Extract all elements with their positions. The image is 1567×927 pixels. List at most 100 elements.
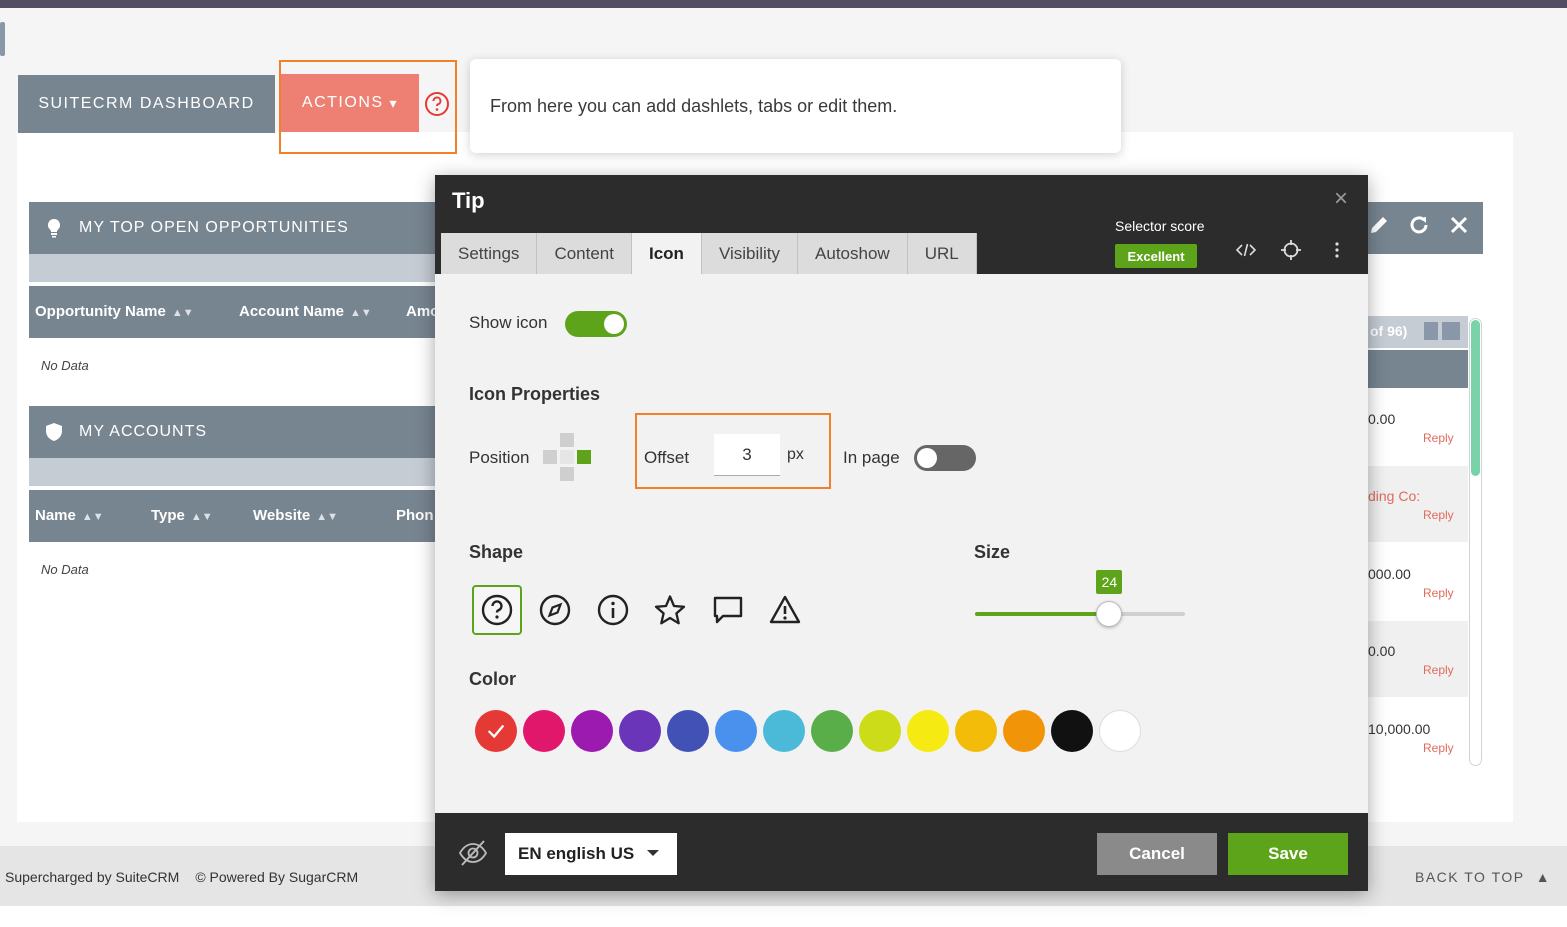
sidebar-handle[interactable] [0,22,5,56]
color-swatch[interactable] [1051,710,1093,752]
close-icon[interactable] [1446,212,1472,238]
chevron-down-icon [647,850,659,856]
row-value: 0.00 [1368,643,1396,659]
tooltip-text: From here you can add dashlets, tabs or … [490,95,898,116]
dashlet-header-accounts: MY ACCOUNTS [29,406,449,458]
no-data-text: No Data [41,358,89,373]
reply-link[interactable]: Reply [1423,431,1454,445]
language-value: EN english US [518,844,635,863]
position-bottom[interactable] [560,467,574,481]
offset-unit: px [787,446,804,463]
powered-link[interactable]: © Powered By SugarCRM [195,869,358,885]
show-icon-label: Show icon [469,313,548,332]
show-icon-toggle[interactable] [565,311,627,337]
column-website[interactable]: Website ▲▼ [253,507,338,524]
tab-visibility[interactable]: Visibility [701,233,799,274]
more-vertical-icon[interactable] [1326,239,1348,261]
row-value[interactable]: ding Co: [1368,488,1420,504]
icon-properties-heading: Icon Properties [469,384,601,404]
footer-credits: Supercharged by SuiteCRM © Powered By Su… [5,869,358,885]
refresh-icon[interactable] [1406,212,1432,238]
tip-tooltip: From here you can add dashlets, tabs or … [470,59,1121,153]
offset-input[interactable] [714,434,780,476]
crosshair-icon[interactable] [1280,239,1302,261]
color-swatch[interactable] [571,710,613,752]
sort-icon: ▲▼ [190,511,213,523]
checkmark-icon [487,724,505,739]
color-swatch[interactable] [955,710,997,752]
pager-text: of 96) [1370,323,1408,339]
next-page-icon[interactable] [1424,322,1438,340]
table-header: Name ▲▼ Type ▲▼ Website ▲▼ Phon [29,490,449,542]
color-swatch[interactable] [907,710,949,752]
color-swatch[interactable] [1003,710,1045,752]
color-swatch[interactable] [715,710,757,752]
toggle-knob [604,314,624,334]
column-phone[interactable]: Phon [396,507,434,524]
shape-info-button[interactable] [588,585,638,635]
position-top[interactable] [560,433,574,447]
eye-off-icon[interactable] [457,838,489,868]
color-swatch[interactable] [763,710,805,752]
position-right[interactable] [577,450,591,464]
lightbulb-icon [47,218,61,238]
row-value: 000.00 [1368,566,1411,582]
pencil-icon[interactable] [1366,212,1392,238]
tab-icon[interactable]: Icon [631,233,702,274]
last-page-icon[interactable] [1442,322,1460,340]
offset-label: Offset [644,448,690,467]
list-item [1360,621,1468,697]
row-value: 0.00 [1368,411,1396,427]
scrollbar-thumb[interactable] [1471,320,1480,476]
shape-chat-button[interactable] [703,585,753,635]
shape-question-button[interactable] [472,585,522,635]
shape-star-button[interactable] [645,585,695,635]
tab-url[interactable]: URL [907,233,977,274]
supercharged-link[interactable]: Supercharged by SuiteCRM [5,869,179,885]
dashlet-subheader [29,254,449,282]
column-name[interactable]: Name ▲▼ [35,507,104,524]
in-page-label: In page [843,448,900,467]
column-opportunity-name[interactable]: Opportunity Name ▲▼ [35,303,194,320]
tab-suitecrm-dashboard[interactable]: SUITECRM DASHBOARD [18,75,275,133]
reply-link[interactable]: Reply [1423,508,1454,522]
column-type[interactable]: Type ▲▼ [151,507,213,524]
code-icon[interactable] [1235,239,1257,261]
dashlet-header-opportunities: MY TOP OPEN OPPORTUNITIES [29,202,449,254]
tab-content[interactable]: Content [537,233,632,274]
sort-icon: ▲▼ [171,307,194,319]
dashlet-title: MY TOP OPEN OPPORTUNITIES [79,219,349,236]
reply-link[interactable]: Reply [1423,741,1454,755]
sort-icon: ▲▼ [81,511,104,523]
position-left[interactable] [543,450,557,464]
language-select[interactable]: EN english US [505,833,677,875]
size-slider-fill [975,612,1110,616]
close-icon[interactable]: × [1334,185,1348,213]
position-picker[interactable] [543,433,591,481]
save-button[interactable]: Save [1228,833,1348,875]
reply-link[interactable]: Reply [1423,663,1454,677]
size-slider-knob[interactable] [1096,601,1123,627]
shape-warning-button[interactable] [760,585,810,635]
in-page-toggle[interactable] [914,445,976,471]
position-center [560,450,574,464]
color-swatch[interactable] [667,710,709,752]
column-account-name[interactable]: Account Name ▲▼ [239,303,372,320]
color-swatch[interactable] [475,710,517,752]
shape-compass-button[interactable] [530,585,580,635]
row-value: 10,000.00 [1368,721,1431,737]
color-swatch[interactable] [811,710,853,752]
color-swatch[interactable] [619,710,661,752]
color-swatch[interactable] [523,710,565,752]
color-swatch[interactable] [1099,710,1141,752]
warning-triangle-icon [769,595,801,624]
color-swatches [475,710,1141,752]
tab-autoshow[interactable]: Autoshow [798,233,908,274]
reply-link[interactable]: Reply [1423,586,1454,600]
back-to-top-link[interactable]: BACK TO TOP ▲ [1415,869,1551,885]
cancel-button[interactable]: Cancel [1097,833,1217,875]
chat-bubble-icon [713,596,743,624]
color-swatch[interactable] [859,710,901,752]
tab-settings[interactable]: Settings [441,233,538,274]
selector-score-badge: Excellent [1115,244,1197,268]
